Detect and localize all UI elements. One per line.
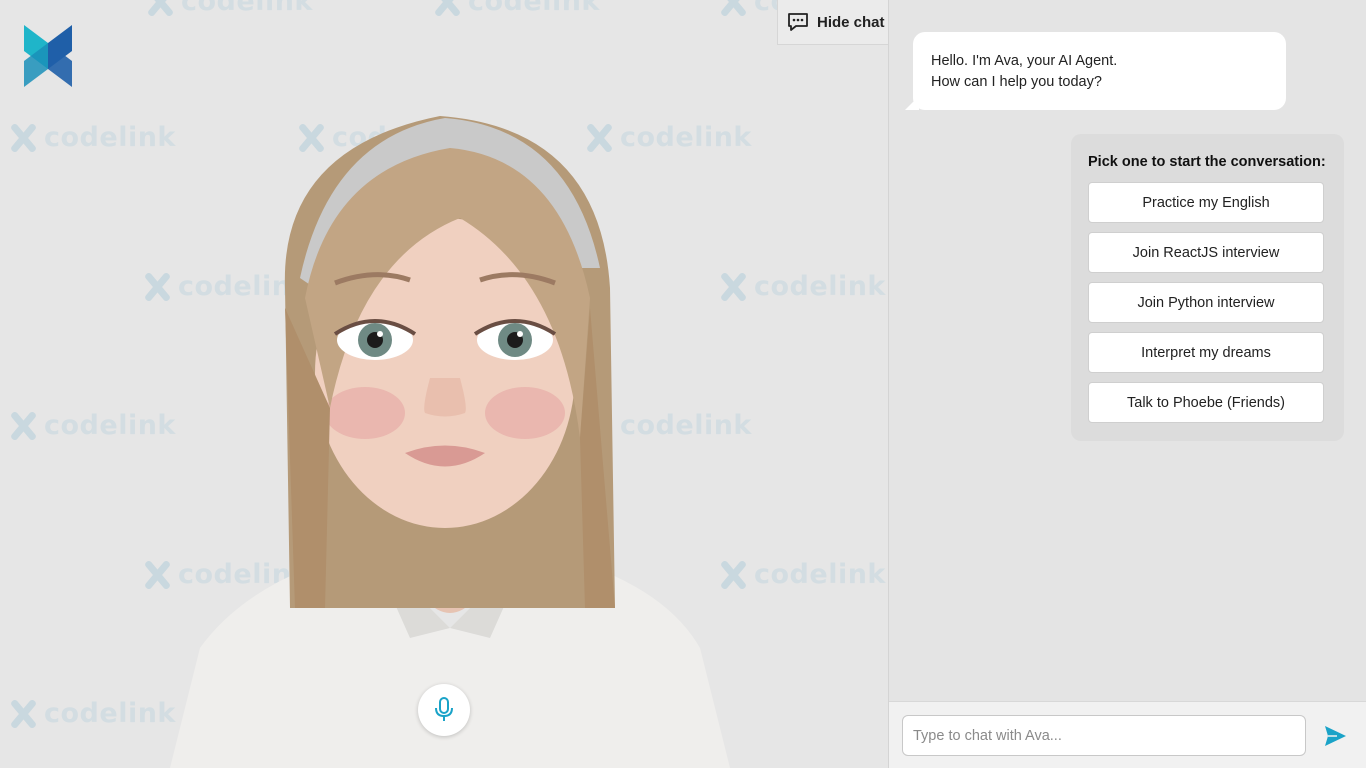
watermark: codelink [145, 0, 313, 17]
picker-title: Pick one to start the conversation: [1088, 154, 1326, 170]
chat-composer [889, 701, 1366, 768]
watermark: codelink [432, 0, 600, 17]
chat-panel: Hello. I'm Ava, your AI Agent. How can I… [888, 0, 1366, 768]
option-talk-to-phoebe[interactable]: Talk to Phoebe (Friends) [1088, 382, 1324, 423]
bot-message-line: Hello. I'm Ava, your AI Agent. [931, 53, 1118, 69]
avatar-illustration [170, 116, 730, 768]
chat-bubble-icon [788, 13, 808, 31]
conversation-starter-panel: Pick one to start the conversation: Prac… [1071, 134, 1344, 441]
bot-message-line: How can I help you today? [931, 74, 1102, 90]
microphone-button[interactable] [418, 684, 470, 736]
watermark: codelink [8, 122, 176, 153]
bot-message: Hello. I'm Ava, your AI Agent. How can I… [913, 32, 1286, 110]
option-practice-english[interactable]: Practice my English [1088, 182, 1324, 223]
watermark: codelink [718, 271, 886, 302]
microphone-icon [435, 697, 453, 721]
watermark: codelink [718, 559, 886, 590]
chat-input[interactable] [902, 715, 1306, 756]
codelink-logo [24, 25, 72, 87]
option-interpret-dreams[interactable]: Interpret my dreams [1088, 332, 1324, 373]
option-reactjs-interview[interactable]: Join ReactJS interview [1088, 232, 1324, 273]
send-icon[interactable] [1323, 724, 1347, 748]
hide-chat-button[interactable]: Hide chat [777, 0, 888, 45]
option-python-interview[interactable]: Join Python interview [1088, 282, 1324, 323]
avatar-stage: codelink codelink codelink codelink code… [0, 0, 888, 768]
watermark: codelink [8, 410, 176, 441]
hide-chat-label: Hide chat [817, 13, 885, 31]
watermark: codelink [8, 698, 176, 729]
